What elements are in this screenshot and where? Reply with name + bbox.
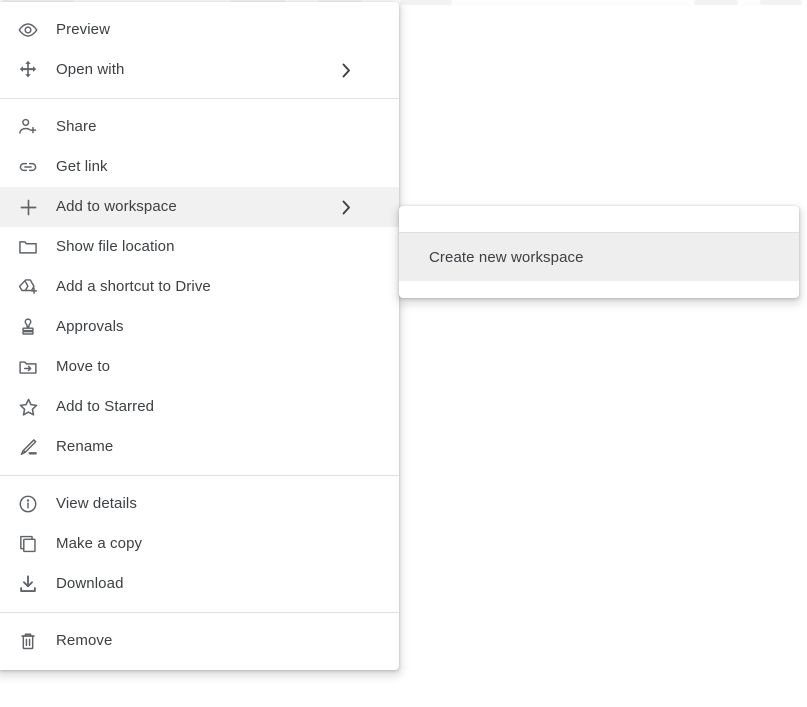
menu-item-label: Preview bbox=[56, 21, 111, 38]
menu-divider bbox=[0, 475, 399, 476]
menu-item-label: Approvals bbox=[56, 318, 124, 335]
menu-item-make-a-copy[interactable]: Make a copy bbox=[0, 524, 399, 564]
menu-item-label: Show file location bbox=[56, 238, 175, 255]
menu-item-label: Add a shortcut to Drive bbox=[56, 278, 211, 295]
chevron-right-icon bbox=[335, 200, 357, 215]
submenu-empty-section bbox=[399, 206, 799, 232]
menu-item-show-file-location[interactable]: Show file location bbox=[0, 227, 399, 267]
trash-icon bbox=[0, 630, 56, 652]
menu-item-preview[interactable]: Preview bbox=[0, 10, 399, 50]
menu-item-move-to[interactable]: Move to bbox=[0, 347, 399, 387]
menu-item-rename[interactable]: Rename bbox=[0, 427, 399, 467]
menu-item-label: Add to Starred bbox=[56, 398, 155, 415]
folder-icon bbox=[0, 236, 56, 258]
copy-icon bbox=[0, 533, 56, 555]
open-with-icon bbox=[0, 59, 56, 81]
link-icon bbox=[0, 156, 56, 178]
menu-item-view-details[interactable]: View details bbox=[0, 484, 399, 524]
menu-item-label: Open with bbox=[56, 61, 125, 78]
menu-item-get-link[interactable]: Get link bbox=[0, 147, 399, 187]
menu-item-approvals[interactable]: Approvals bbox=[0, 307, 399, 347]
menu-item-add-shortcut-to-drive[interactable]: Add a shortcut to Drive bbox=[0, 267, 399, 307]
menu-item-share[interactable]: Share bbox=[0, 107, 399, 147]
menu-item-add-to-starred[interactable]: Add to Starred bbox=[0, 387, 399, 427]
star-icon bbox=[0, 396, 56, 419]
add-to-workspace-submenu: Create new workspace bbox=[399, 206, 799, 298]
menu-item-label: Move to bbox=[56, 358, 111, 375]
info-icon bbox=[0, 493, 56, 515]
file-context-menu: Preview Open with Share Get link Add to … bbox=[0, 2, 399, 670]
menu-item-open-with[interactable]: Open with bbox=[0, 50, 399, 90]
stamp-icon bbox=[0, 316, 56, 338]
menu-item-label: Download bbox=[56, 575, 124, 592]
menu-item-label: Add to workspace bbox=[56, 198, 177, 215]
pencil-icon bbox=[0, 436, 56, 458]
chevron-right-icon bbox=[335, 63, 357, 78]
menu-item-download[interactable]: Download bbox=[0, 564, 399, 604]
menu-item-label: Get link bbox=[56, 158, 108, 175]
menu-item-label: Rename bbox=[56, 438, 114, 455]
plus-icon bbox=[0, 196, 56, 219]
submenu-bottom-padding bbox=[399, 281, 799, 298]
menu-item-remove[interactable]: Remove bbox=[0, 621, 399, 661]
menu-item-label: Remove bbox=[56, 632, 113, 649]
download-icon bbox=[0, 573, 56, 595]
menu-divider bbox=[0, 98, 399, 99]
menu-item-add-to-workspace[interactable]: Add to workspace bbox=[0, 187, 399, 227]
folder-move-icon bbox=[0, 356, 56, 378]
menu-item-label: Make a copy bbox=[56, 535, 143, 552]
submenu-item-label: Create new workspace bbox=[429, 248, 584, 266]
drive-shortcut-icon bbox=[0, 276, 56, 298]
menu-divider bbox=[0, 612, 399, 613]
menu-item-label: Share bbox=[56, 118, 97, 135]
submenu-item-create-new-workspace[interactable]: Create new workspace bbox=[399, 233, 799, 281]
menu-item-label: View details bbox=[56, 495, 137, 512]
eye-icon bbox=[0, 19, 56, 41]
person-add-icon bbox=[0, 116, 56, 138]
